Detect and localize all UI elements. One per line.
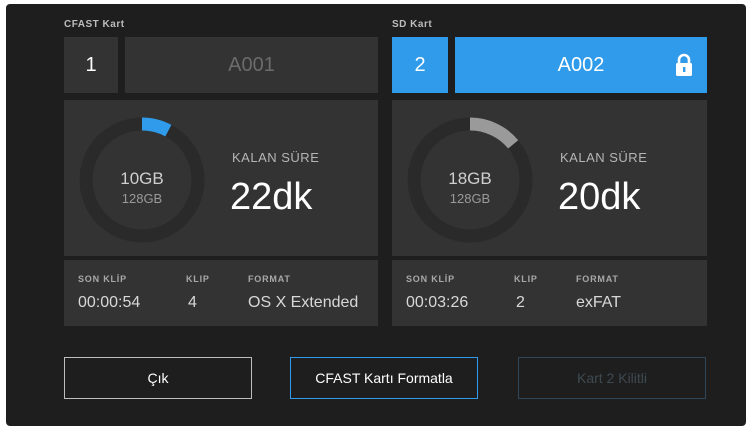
clip-count-label-cfast: KLIP	[186, 274, 210, 284]
used-space-sd: 18GB	[448, 169, 492, 188]
exit-button[interactable]: Çık	[64, 357, 252, 399]
total-space-sd: 128GB	[449, 191, 491, 206]
card-name-sd[interactable]: A002	[455, 37, 707, 93]
card-name-sd-label: A002	[557, 53, 605, 76]
card-title-sd: SD Kart	[392, 19, 433, 30]
slot-number-1[interactable]: 1	[64, 37, 118, 93]
clip-count-value-cfast: 4	[188, 294, 197, 311]
clip-count-value-sd: 2	[516, 294, 525, 311]
format-label-sd: FORMAT	[576, 274, 619, 284]
format-value-sd: exFAT	[576, 294, 622, 311]
remaining-value-sd: 20dk	[558, 176, 641, 218]
clip-info-panel-sd: SON KLİP 00:03:26 KLIP 2 FORMAT exFAT	[392, 260, 707, 326]
clip-info-panel-cfast: SON KLİP 00:00:54 KLIP 4 FORMAT OS X Ext…	[64, 260, 378, 326]
total-space-cfast: 128GB	[121, 191, 163, 206]
format-label-cfast: FORMAT	[248, 274, 291, 284]
last-clip-label-cfast: SON KLİP	[78, 274, 127, 284]
remaining-label-sd: KALAN SÜRE	[560, 150, 648, 165]
remaining-value-cfast: 22dk	[230, 176, 313, 218]
last-clip-value-cfast: 00:00:54	[78, 294, 141, 311]
storage-panel-cfast: 10GB 128GB KALAN SÜRE 22dk	[64, 100, 378, 256]
format-value-cfast: OS X Extended	[248, 294, 359, 311]
card-title-cfast: CFAST Kart	[64, 19, 125, 30]
card-locked-button[interactable]: Kart 2 Kilitli	[518, 357, 706, 399]
card-name-cfast[interactable]: A001	[125, 37, 378, 93]
media-screen: CFAST Kart 1 A001 10GB 128GB KALAN SÜRE …	[6, 4, 746, 426]
last-clip-label-sd: SON KLİP	[406, 274, 455, 284]
slot-number-2[interactable]: 2	[392, 37, 448, 93]
last-clip-value-sd: 00:03:26	[406, 294, 469, 311]
lock-icon	[676, 53, 692, 76]
used-space-cfast: 10GB	[120, 169, 164, 188]
clip-count-label-sd: KLIP	[514, 274, 538, 284]
format-card-button[interactable]: CFAST Kartı Formatla	[290, 357, 478, 399]
remaining-label-cfast: KALAN SÜRE	[232, 150, 320, 165]
storage-panel-sd: 18GB 128GB KALAN SÜRE 20dk	[392, 100, 707, 256]
